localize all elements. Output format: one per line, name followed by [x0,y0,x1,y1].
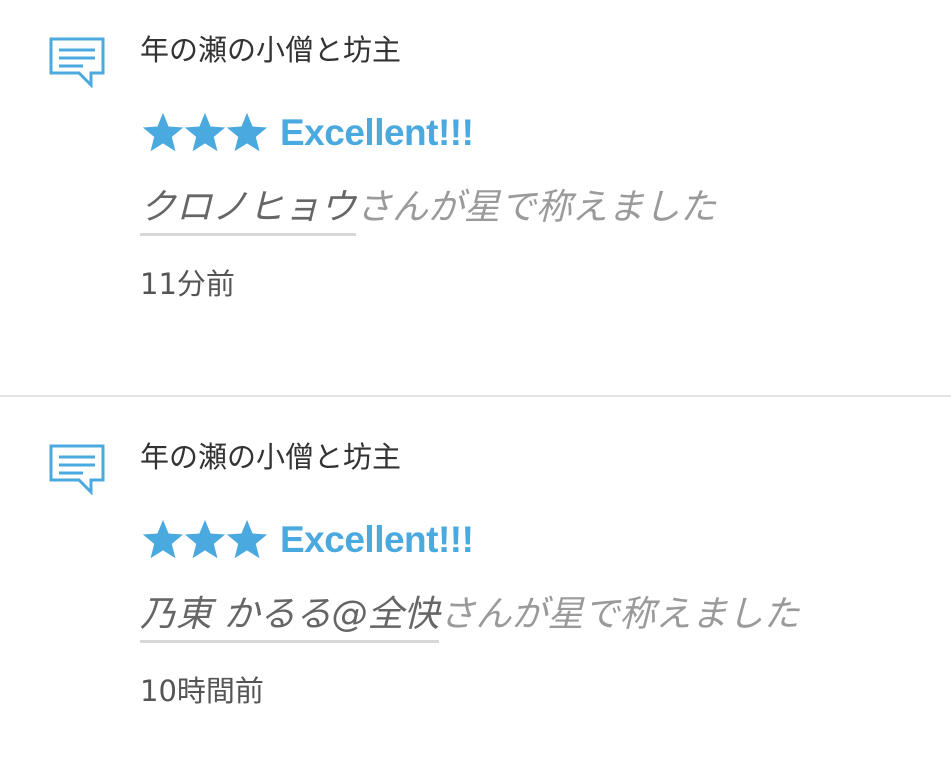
star-icon [226,112,268,152]
star-icon [142,519,184,559]
notification-body: 年の瀬の小僧と坊主 Excellent!!! 乃東 かるる@全快さんが星で称えま… [140,437,931,711]
rating-label: Excellent!!! [280,519,474,560]
rating-row: Excellent!!! [140,513,931,567]
post-title[interactable]: 年の瀬の小僧と坊主 [140,30,931,70]
timestamp: 11分前 [140,267,235,301]
notification-item[interactable]: 年の瀬の小僧と坊主 Excellent!!! クロノヒョウさんが星で称えました … [0,0,951,395]
comment-icon [49,444,105,495]
user-name-link[interactable]: 乃東 かるる@全快 [140,593,440,643]
praise-line: クロノヒョウさんが星で称えました [140,184,931,236]
rating-row: Excellent!!! [140,106,931,160]
post-title[interactable]: 年の瀬の小僧と坊主 [140,437,931,477]
star-icon [142,112,184,152]
timestamp: 10時間前 [140,674,264,708]
notification-item[interactable]: 年の瀬の小僧と坊主 Excellent!!! 乃東 かるる@全快さんが星で称えま… [0,395,951,783]
notification-feed: 年の瀬の小僧と坊主 Excellent!!! クロノヒョウさんが星で称えました … [0,0,951,783]
star-icon [226,519,268,559]
comment-icon [49,37,105,88]
praise-text: さんが星で称えました [356,187,717,228]
star-icon [184,519,226,559]
star-rating [140,517,268,563]
rating-label: Excellent!!! [280,112,474,153]
star-icon [184,112,226,152]
user-name-link[interactable]: クロノヒョウ [140,186,357,236]
praise-text: さんが星で称えました [439,594,800,635]
notification-body: 年の瀬の小僧と坊主 Excellent!!! クロノヒョウさんが星で称えました … [140,30,931,304]
praise-line: 乃東 かるる@全快さんが星で称えました [140,591,931,643]
star-rating [140,110,268,156]
